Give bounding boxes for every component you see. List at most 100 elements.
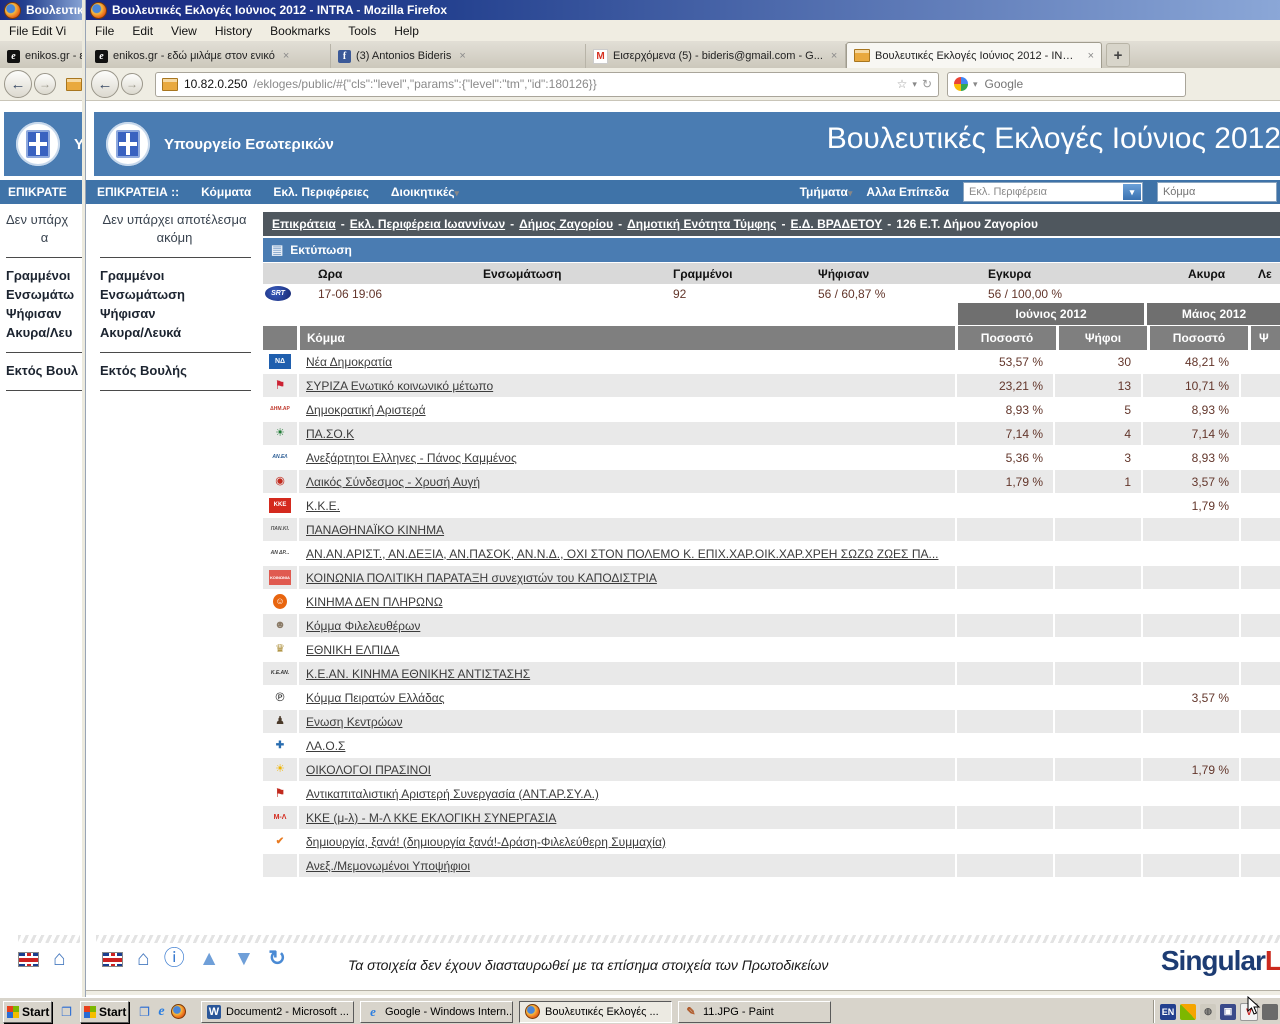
may-percent-cell [1141,566,1239,589]
party-link[interactable]: Κ.Ε.ΑΝ. ΚΙΝΗΜΑ ΕΘΝΙΚΗΣ ΑΝΤΙΣΤΑΣΗΣ [306,667,530,681]
tray-messenger-icon[interactable] [1180,1004,1196,1020]
start-button[interactable]: Start [80,1001,129,1023]
party-link[interactable]: ΕΘΝΙΚΗ ΕΛΠΙΔΑ [306,643,399,657]
taskbar-button-ie[interactable]: e Google - Windows Intern... [360,1001,513,1023]
taskbar-button-paint[interactable]: ✎ 11.JPG - Paint [678,1001,831,1023]
party-link[interactable]: Ενωση Κεντρώων [306,715,402,729]
nav-sections[interactable]: Τμήματα▾ [800,185,853,199]
taskbar-button-word[interactable]: W Document2 - Microsoft ... [201,1001,354,1023]
bg-start-button[interactable]: Start [3,1001,52,1023]
bg-footer-stripes [18,935,80,943]
tray-extra-icon[interactable] [1262,1004,1278,1020]
menu-edit[interactable]: Edit [123,24,162,38]
ministry-title: Υπουργείο Εσωτερικών [164,136,334,153]
party-link[interactable]: Λαικός Σύνδεσμος - Χρυσή Αυγή [306,475,480,489]
may-votes-cell [1239,422,1280,445]
party-link[interactable]: ΚΙΝΗΜΑ ΔΕΝ ΠΛΗΡΩΝΩ [306,595,443,609]
party-link[interactable]: Δημοκρατική Αριστερά [306,403,426,417]
info-icon[interactable]: ⓘ [164,948,185,970]
nav-administrative[interactable]: Διοικητικές▾ [391,185,459,199]
nav-parties[interactable]: Κόμματα [201,185,251,199]
tab-gmail[interactable]: M Εισερχόμενα (5) - bideris@gmail.com - … [586,44,846,68]
party-link[interactable]: ΟΙΚΟΛΟΓΟΙ ΠΡΑΣΙΝΟΙ [306,763,431,777]
nav-districts[interactable]: Εκλ. Περιφέρειες [273,185,369,199]
refresh-icon[interactable]: ↻ [268,948,286,970]
tab-close-icon[interactable]: × [283,50,289,62]
taskbar-button-firefox-active[interactable]: Βουλευτικές Εκλογές ... [519,1001,672,1023]
party-link[interactable]: ΛΑ.Ο.Σ [306,739,345,753]
party-link[interactable]: ΠΑΝΑΘΗΝΑΪΚΟ ΚΙΝΗΜΑ [306,523,444,537]
menu-bookmarks[interactable]: Bookmarks [261,24,339,38]
party-link[interactable]: Κόμμα Πειρατών Ελλάδας [306,691,445,705]
party-link[interactable]: Κόμμα Φιλελευθέρων [306,619,420,633]
bg-tab[interactable]: e enikos.gr - ε [0,44,85,68]
bg-back-button[interactable]: ← [4,70,32,98]
menu-view[interactable]: View [162,24,206,38]
party-link[interactable]: Αντικαπιταλιστική Αριστερή Συνεργασία (Α… [306,787,599,801]
select-arrow-icon[interactable]: ▾ [1123,184,1141,200]
party-link[interactable]: Ανεξάρτητοι Ελληνες - Πάνος Καμμένος [306,451,517,465]
menu-file[interactable]: File [86,24,123,38]
breadcrumb-link-ioannina[interactable]: Εκλ. Περιφέρεια Ιωαννίνων [350,217,505,231]
nav-other-levels[interactable]: Αλλα Επίπεδα [866,185,949,199]
tray-display-icon[interactable]: ▣ [1220,1004,1236,1020]
search-input[interactable] [983,76,1157,92]
table-row: ΑΝ.ΕΛ Ανεξάρτητοι Ελληνες - Πάνος Καμμέν… [263,446,1280,470]
breadcrumb-link-vradetou[interactable]: Ε.Δ. ΒΡΑΔΕΤΟΥ [790,217,882,231]
menu-history[interactable]: History [206,24,261,38]
tab-facebook[interactable]: f (3) Antonios Bideris × [331,44,586,68]
quicklaunch-firefox-icon[interactable] [170,1003,187,1020]
party-filter-input[interactable] [1158,183,1276,201]
bookmark-star-icon[interactable]: ☆ [897,77,908,91]
party-logo-icon: ☻ [269,618,291,633]
may-percent-cell: 1,79 % [1141,494,1239,517]
uk-flag-icon[interactable] [18,952,39,967]
breadcrumb-link-zagori[interactable]: Δήμος Ζαγορίου [519,217,613,231]
tab-ekloges-active[interactable]: Βουλευτικές Εκλογές Ιούνιος 2012 - INTRA… [846,42,1102,68]
greek-coat-of-arms-logo [16,122,60,166]
party-link[interactable]: ΣΥΡΙΖΑ Ενωτικό κοινωνικό μέτωπο [306,379,493,393]
gmail-favicon: M [593,49,608,64]
party-link[interactable]: Ανεξ./Μεμονωμένοι Υποψήφιοι [306,859,470,873]
new-tab-button[interactable]: + [1106,43,1130,67]
url-dropdown-icon[interactable]: ▾ [912,79,917,90]
uk-flag-icon[interactable] [102,952,123,967]
region-select[interactable]: Εκλ. Περιφέρεια ▾ [963,182,1143,202]
forward-button[interactable]: → [121,73,143,95]
down-arrow-icon[interactable]: ▼ [233,948,254,970]
tab-close-icon[interactable]: × [459,50,465,62]
party-link[interactable]: Κ.Κ.Ε. [306,499,340,513]
ekloges-favicon [854,49,870,62]
back-button[interactable]: ← [91,70,119,98]
reload-icon[interactable]: ↻ [922,77,932,91]
tab-enikos[interactable]: e enikos.gr - εδώ μιλάμε στον ενικό × [88,44,331,68]
home-icon[interactable]: ⌂ [137,948,150,970]
party-link[interactable]: Νέα Δημοκρατία [306,355,392,369]
party-link[interactable]: δημιουργία, ξανά! (δημιουργία ξανά!-Δράσ… [306,835,666,849]
bg-quicklaunch-icon[interactable]: ❐ [58,1003,75,1020]
party-link[interactable]: ΚΚΕ (μ-λ) - Μ-Λ ΚΚΕ ΕΚΛΟΓΙΚΗ ΣΥΝΕΡΓΑΣΙΑ [306,811,556,825]
up-arrow-icon[interactable]: ▲ [199,948,220,970]
party-link[interactable]: ΠΑ.ΣΟ.Κ [306,427,354,441]
bg-menu-items[interactable]: File Edit Vi [0,24,75,38]
home-icon[interactable]: ⌂ [53,948,66,970]
tray-language-indicator[interactable]: EN [1160,1004,1176,1020]
party-link[interactable]: ΑΝ.ΑΝ.ΑΡΙΣΤ., ΑΝ.ΔΕΞΙΑ, ΑΝ.ΠΑΣΟΚ, ΑΝ.Ν.Δ… [306,547,938,561]
tab-close-icon[interactable]: × [1088,50,1094,62]
bg-forward-button[interactable]: → [34,73,56,95]
breadcrumb-link-tymfi[interactable]: Δημοτική Ενότητα Τύμφης [627,217,776,231]
url-bar[interactable]: 10.82.0.250 /ekloges/public/#{"cls":"lev… [155,72,939,97]
print-button[interactable]: Εκτύπωση [290,243,352,257]
results-table: Ιούνιος 2012 Μάιος 2012 Κόμμα Ποσοστό Ψή… [263,303,1280,878]
search-engine-dropdown-icon[interactable]: ▾ [973,79,978,90]
menu-help[interactable]: Help [385,24,428,38]
party-link[interactable]: ΚΟΙΝΩΝΙΑ ΠΟΛΙΤΙΚΗ ΠΑΡΑΤΑΞΗ συνεχιστών το… [306,571,657,585]
tab-close-icon[interactable]: × [831,50,837,62]
search-box[interactable]: ▾ [947,72,1186,97]
quicklaunch-window-icon[interactable]: ❐ [136,1003,153,1020]
tray-network-icon[interactable]: ◍ [1200,1004,1216,1020]
may-percent-cell: 1,79 % [1141,758,1239,781]
menu-tools[interactable]: Tools [339,24,385,38]
breadcrumb-link-epikrateia[interactable]: Επικράτεια [272,217,336,231]
quicklaunch-ie-icon[interactable]: e [153,1003,170,1020]
